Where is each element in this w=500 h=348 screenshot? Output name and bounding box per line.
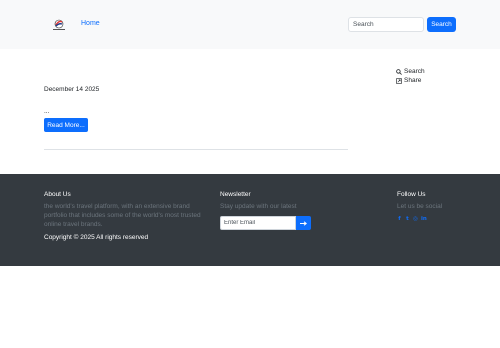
search-input[interactable] [348,17,424,32]
about-title: About Us [44,191,71,198]
sidebar-share-label: Share [404,77,422,84]
arrow-right-icon [300,220,307,226]
newsletter-title: Newsletter [220,191,251,198]
search-button[interactable]: Search [427,17,456,32]
instagram-icon[interactable]: ◎ [413,216,418,222]
twitter-icon[interactable]: t [405,216,410,222]
post-divider [44,149,348,150]
sidebar-search-action[interactable]: Search [396,67,425,76]
share-icon [396,77,402,84]
follow-text: Let us be social [397,203,443,210]
sidebar-share-action[interactable]: Share [396,76,425,85]
site-footer: About Us the world's travel platform, wi… [0,174,500,266]
about-text: the world's travel platform, with an ext… [44,203,201,228]
email-field[interactable] [220,216,296,230]
linkedin-icon[interactable]: in [421,216,427,222]
social-links: f t ◎ in [397,216,427,222]
copyright-text: Copyright © 2025 All rights reserved [44,234,149,241]
search-icon [396,68,402,75]
top-navbar: Home Search [0,0,500,49]
read-more-button[interactable]: Read More... [44,118,88,132]
newsletter-text: Stay update with our latest [220,203,297,210]
nav-link-home[interactable]: Home [81,20,100,27]
brand-logo-icon[interactable] [51,19,67,31]
post-excerpt: ... [44,108,50,115]
sidebar-actions: Search Share [396,67,425,85]
subscribe-button[interactable] [296,216,311,230]
follow-title: Follow Us [397,191,426,198]
facebook-icon[interactable]: f [397,216,402,222]
post-date: December 14 2025 [44,86,100,93]
sidebar-search-label: Search [404,68,425,75]
